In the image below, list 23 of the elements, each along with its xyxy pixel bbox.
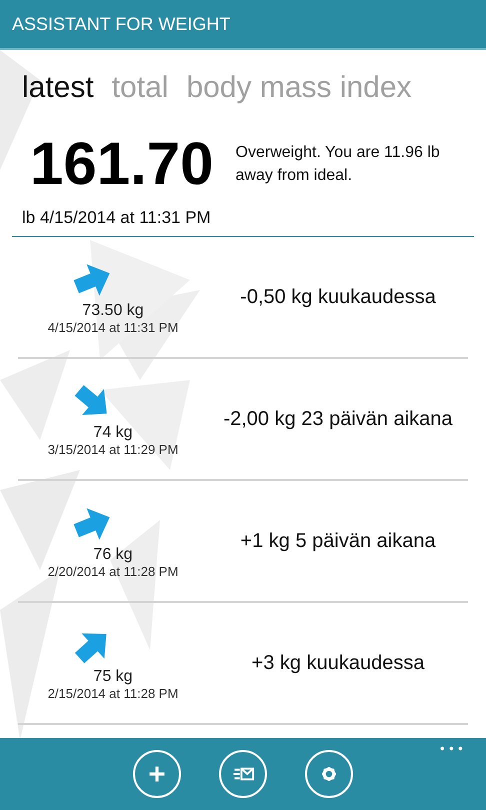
window-title: ASSISTANT FOR WEIGHT bbox=[12, 14, 230, 34]
change-text: -2,00 kg 23 päivän aikana bbox=[222, 408, 454, 430]
more-button[interactable]: ••• bbox=[438, 742, 466, 756]
tab[interactable]: total bbox=[112, 68, 168, 108]
date-text: 2/15/2014 at 11:28 PM bbox=[48, 686, 178, 700]
tab[interactable]: latest bbox=[22, 68, 94, 108]
weight-value: 161.70 bbox=[30, 130, 214, 198]
mail-button[interactable] bbox=[219, 750, 267, 798]
date-text: 3/15/2014 at 11:29 PM bbox=[48, 442, 178, 456]
date-text: 4/15/2014 at 11:31 PM bbox=[48, 320, 178, 334]
add-button[interactable] bbox=[133, 750, 181, 798]
date-text: 2/20/2014 at 11:28 PM bbox=[48, 564, 178, 578]
change-text: +1 kg 5 päivän aikana bbox=[239, 530, 437, 552]
change-text: -0,50 kg kuukaudessa bbox=[239, 286, 437, 308]
weight-text: 75 kg bbox=[93, 668, 133, 686]
unit-date: lb 4/15/2014 at 11:31 PM bbox=[21, 207, 212, 228]
settings-button[interactable] bbox=[305, 750, 353, 798]
weight-text: 73.50 kg bbox=[82, 302, 144, 320]
weight-text: 74 kg bbox=[93, 424, 133, 442]
change-text: +3 kg kuukaudessa bbox=[250, 652, 426, 674]
weight-text: 76 kg bbox=[93, 546, 133, 564]
status-message: Overweight. You are 11.96 lb away from ideal. bbox=[236, 143, 441, 186]
tab[interactable]: body mass index bbox=[186, 68, 412, 108]
